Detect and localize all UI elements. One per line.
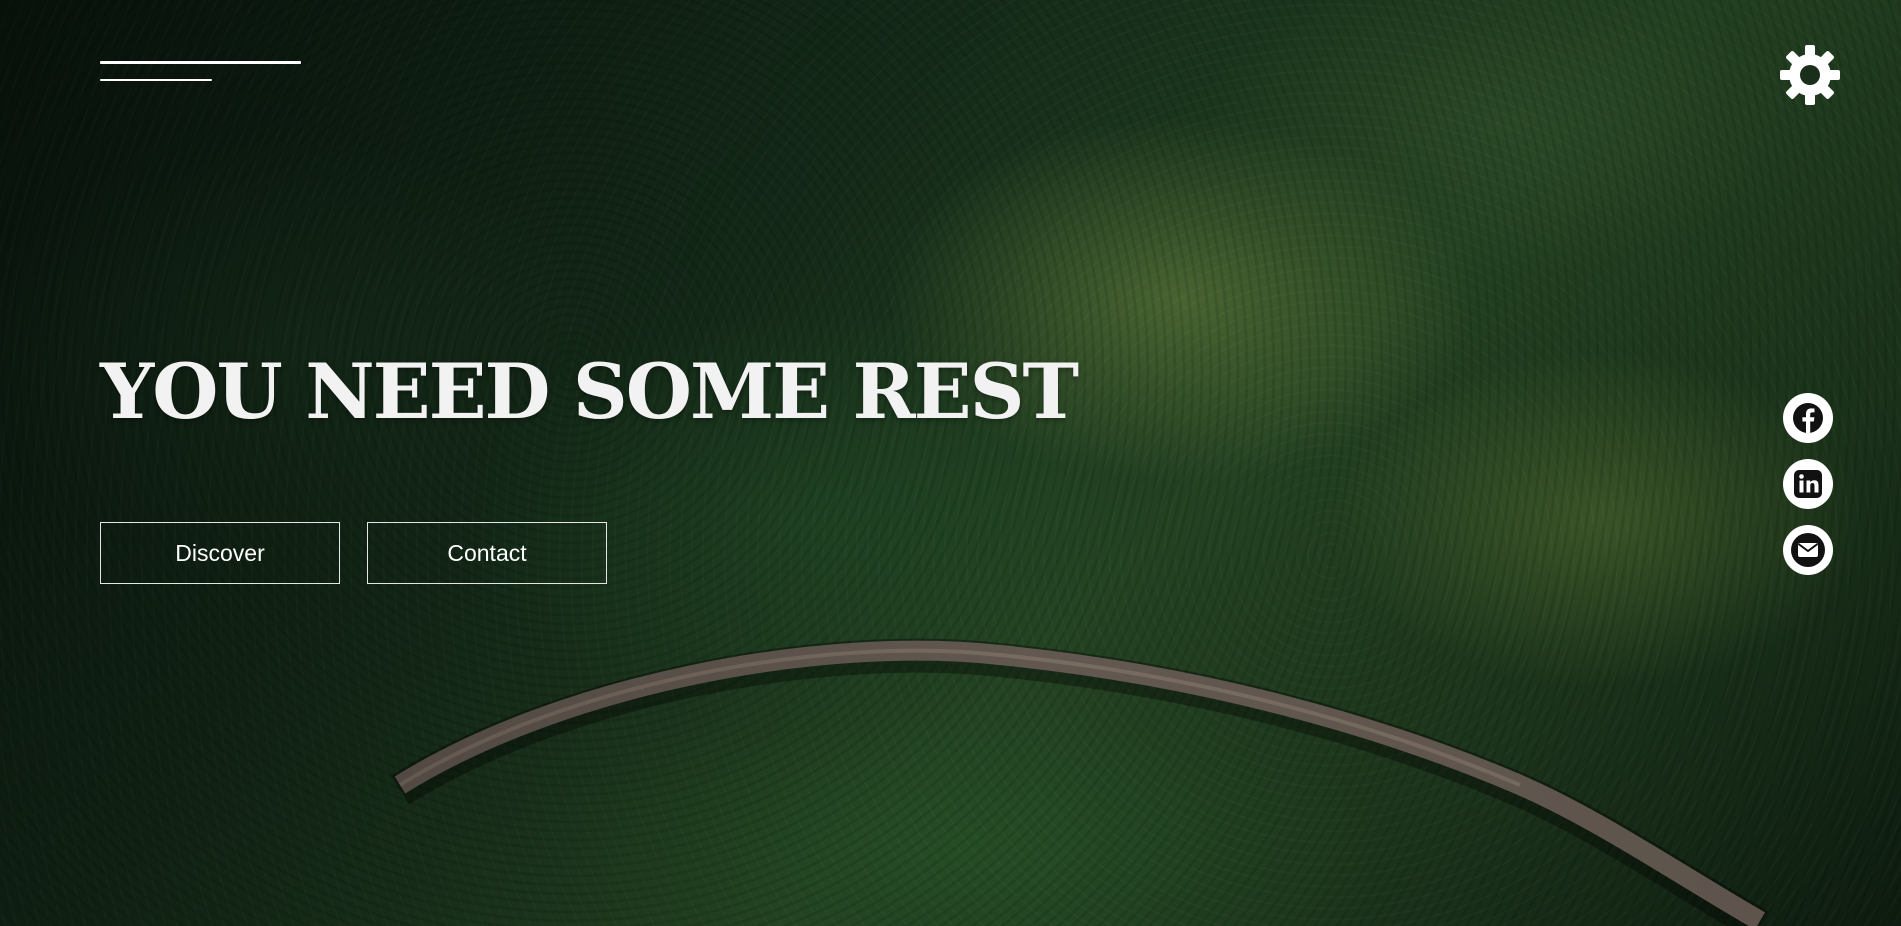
forest-background-texture xyxy=(0,0,1901,926)
social-links xyxy=(1783,393,1834,591)
contact-button[interactable]: Contact xyxy=(367,522,607,584)
background-overlay xyxy=(0,0,1901,926)
email-icon[interactable] xyxy=(1783,525,1833,575)
menu-lines-icon[interactable] xyxy=(100,58,302,86)
hero-headline: YOU NEED SOME REST xyxy=(100,347,1079,436)
facebook-icon[interactable] xyxy=(1783,393,1833,443)
menu-line-short xyxy=(100,79,212,81)
hero-section: YOU NEED SOME REST Discover Contact xyxy=(0,0,1901,926)
discover-button[interactable]: Discover xyxy=(100,522,340,584)
forest-road-image xyxy=(390,638,1769,926)
linkedin-icon[interactable] xyxy=(1783,459,1833,509)
gear-icon[interactable] xyxy=(1778,43,1842,107)
menu-line-long xyxy=(100,61,301,64)
